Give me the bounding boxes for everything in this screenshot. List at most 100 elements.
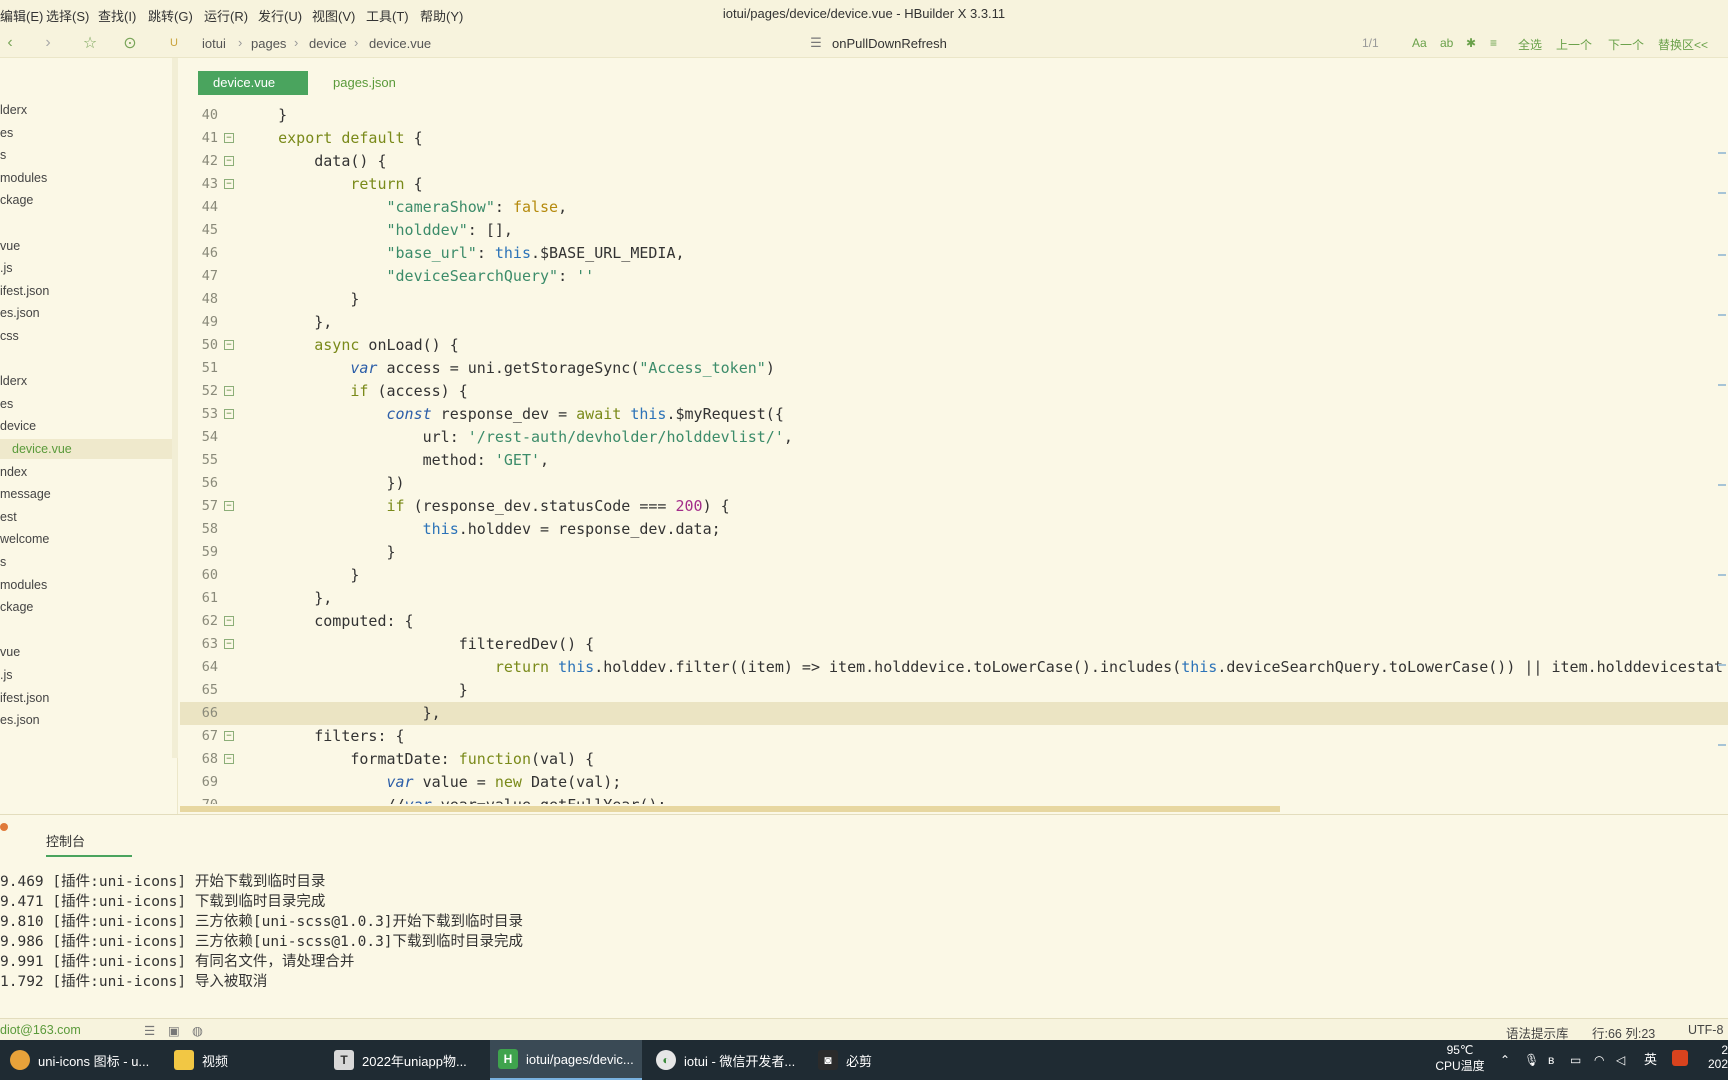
match-word-button[interactable]: ab <box>1440 36 1453 50</box>
terminal-icon[interactable]: ▣ <box>168 1023 180 1038</box>
breadcrumb-device[interactable]: device <box>309 36 347 51</box>
breadcrumb-file[interactable]: device.vue <box>369 36 431 51</box>
tree-item[interactable]: css <box>0 326 19 346</box>
tab-console[interactable]: 控制台 <box>46 831 132 857</box>
code-line[interactable]: 44 "cameraShow": false, <box>180 196 1728 219</box>
task-typora[interactable]: T 2022年uniapp物... <box>334 1040 474 1080</box>
task-chrome[interactable]: uni-icons 图标 - u... <box>10 1040 158 1080</box>
code-line[interactable]: 56 }) <box>180 472 1728 495</box>
tree-item[interactable]: es.json <box>0 710 40 730</box>
tree-item[interactable]: vue <box>0 642 20 662</box>
code-line[interactable]: 51 var access = uni.getStorageSync("Acce… <box>180 357 1728 380</box>
task-hbuilder[interactable]: H iotui/pages/devic... <box>490 1040 642 1080</box>
code-line[interactable]: 69 var value = new Date(val); <box>180 771 1728 794</box>
cpu-temp[interactable]: 95℃ CPU温度 <box>1430 1040 1490 1080</box>
task-wechat-devtools[interactable]: ◐ iotui - 微信开发者... <box>656 1040 806 1080</box>
sidebar-scrollbar[interactable] <box>172 58 178 758</box>
fold-icon[interactable]: − <box>224 639 234 649</box>
match-case-button[interactable]: Aa <box>1412 36 1427 50</box>
fold-icon[interactable]: − <box>224 386 234 396</box>
tree-item[interactable]: es <box>0 123 13 143</box>
wifi-icon[interactable]: ◠ <box>1594 1040 1604 1080</box>
code-line[interactable]: 66 }, <box>180 702 1728 725</box>
code-line[interactable]: 59 } <box>180 541 1728 564</box>
tree-item[interactable]: welcome <box>0 529 49 549</box>
tree-item[interactable]: message <box>0 484 51 504</box>
tree-item[interactable]: modules <box>0 168 47 188</box>
find-input[interactable]: onPullDownRefresh <box>832 36 947 51</box>
tree-item[interactable]: vue <box>0 236 20 256</box>
star-icon[interactable]: ☆ <box>80 33 100 53</box>
tree-item[interactable]: device <box>0 416 36 436</box>
minimap[interactable] <box>1716 104 1728 804</box>
task-folder[interactable]: 视频 <box>174 1040 314 1080</box>
breadcrumb-pages[interactable]: pages <box>251 36 286 51</box>
list-icon[interactable]: ≡ <box>1490 36 1497 50</box>
fold-icon[interactable]: − <box>224 179 234 189</box>
account-label[interactable]: diot@163.com <box>0 1023 81 1037</box>
fold-icon[interactable]: − <box>224 616 234 626</box>
task-bcut[interactable]: ◙ 必剪 <box>818 1040 958 1080</box>
code-line[interactable]: 61 }, <box>180 587 1728 610</box>
fold-icon[interactable]: − <box>224 156 234 166</box>
fold-icon[interactable]: − <box>224 409 234 419</box>
fold-icon[interactable]: − <box>224 501 234 511</box>
fold-icon[interactable]: − <box>224 754 234 764</box>
select-all-button[interactable]: 全选 <box>1518 36 1542 53</box>
fold-icon[interactable]: − <box>224 340 234 350</box>
encoding-label[interactable]: UTF-8 <box>1688 1023 1723 1037</box>
plugin-icon[interactable]: ◍ <box>192 1023 203 1038</box>
volume-icon[interactable]: ◁ <box>1616 1040 1625 1080</box>
code-line[interactable]: 50− async onLoad() { <box>180 334 1728 357</box>
code-line[interactable]: 47 "deviceSearchQuery": '' <box>180 265 1728 288</box>
code-line[interactable]: 68− formatDate: function(val) { <box>180 748 1728 771</box>
code-line[interactable]: 46 "base_url": this.$BASE_URL_MEDIA, <box>180 242 1728 265</box>
tree-item[interactable]: s <box>0 552 6 572</box>
tree-item[interactable]: lderx <box>0 100 27 120</box>
code-line[interactable]: 48 } <box>180 288 1728 311</box>
code-line[interactable]: 45 "holddev": [], <box>180 219 1728 242</box>
forward-icon[interactable]: › <box>38 33 58 53</box>
code-line[interactable]: 55 method: 'GET', <box>180 449 1728 472</box>
code-area[interactable]: 40 } 41− export default {42− data() {43− … <box>180 104 1728 804</box>
code-line[interactable]: 64 return this.holddev.filter((item) => … <box>180 656 1728 679</box>
regex-icon[interactable]: ✱ <box>1466 36 1476 50</box>
back-icon[interactable]: ‹ <box>0 33 20 53</box>
tree-item[interactable]: est <box>0 507 17 527</box>
bluetooth-icon[interactable]: ʙ <box>1548 1040 1554 1080</box>
tree-item[interactable]: lderx <box>0 371 27 391</box>
tree-item[interactable]: device.vue <box>0 439 172 459</box>
tree-item[interactable]: ifest.json <box>0 688 49 708</box>
breadcrumb-iotui[interactable]: iotui <box>202 36 226 51</box>
code-line[interactable]: 52− if (access) { <box>180 380 1728 403</box>
tree-item[interactable]: ifest.json <box>0 281 49 301</box>
code-line[interactable]: 53− const response_dev = await this.$myR… <box>180 403 1728 426</box>
tab-pages-json[interactable]: pages.json <box>318 71 411 95</box>
tree-item[interactable]: modules <box>0 575 47 595</box>
code-line[interactable]: 43− return { <box>180 173 1728 196</box>
clock[interactable]: 2 202 <box>1700 1040 1728 1080</box>
tree-item[interactable]: ckage <box>0 190 33 210</box>
tree-item[interactable]: es.json <box>0 303 40 323</box>
code-line[interactable]: 49 }, <box>180 311 1728 334</box>
ime-indicator[interactable]: 英 <box>1644 1040 1657 1080</box>
code-line[interactable]: 57− if (response_dev.statusCode === 200)… <box>180 495 1728 518</box>
tree-item[interactable]: es <box>0 394 13 414</box>
code-line[interactable]: 41− export default { <box>180 127 1728 150</box>
fold-icon[interactable]: − <box>224 133 234 143</box>
code-line[interactable]: 42− data() { <box>180 150 1728 173</box>
list-icon[interactable]: ☰ <box>144 1023 155 1038</box>
code-line[interactable]: 67− filters: { <box>180 725 1728 748</box>
code-line[interactable]: 63− filteredDev() { <box>180 633 1728 656</box>
chevron-up-icon[interactable]: ⌃ <box>1500 1040 1510 1080</box>
horizontal-scrollbar[interactable] <box>180 806 1280 812</box>
code-line[interactable]: 70 //var year=value.getFullYear(); <box>180 794 1728 804</box>
run-icon[interactable]: ⊙ <box>120 33 140 53</box>
microphone-icon[interactable]: 🎙 <box>1524 1040 1539 1080</box>
tree-item[interactable]: s <box>0 145 6 165</box>
tree-item[interactable]: ckage <box>0 597 33 617</box>
tree-item[interactable]: ndex <box>0 462 27 482</box>
tree-item[interactable]: .js <box>0 258 13 278</box>
fold-icon[interactable]: − <box>224 731 234 741</box>
tab-device-vue[interactable]: device.vue <box>198 71 308 95</box>
